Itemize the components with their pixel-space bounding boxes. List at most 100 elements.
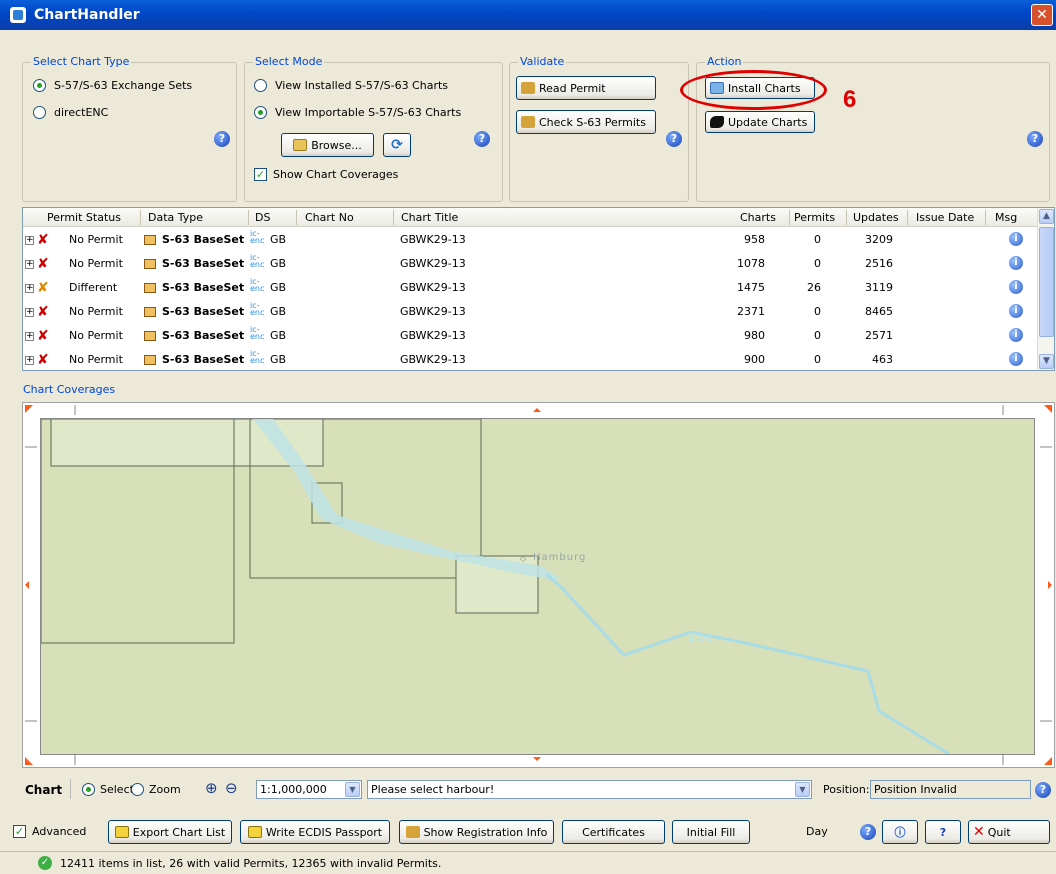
table-scrollbar[interactable]: ▲ ▼ <box>1037 208 1054 370</box>
expand-icon[interactable]: + <box>25 236 34 245</box>
expand-icon[interactable]: + <box>25 260 34 269</box>
update-charts-button[interactable]: Update Charts <box>705 111 815 133</box>
col-updates[interactable]: Updates <box>853 211 899 224</box>
radio-view-installed[interactable]: View Installed S-57/S-63 Charts <box>254 79 448 92</box>
write-ecdis-passport-button[interactable]: Write ECDIS Passport <box>240 820 390 844</box>
col-permits[interactable]: Permits <box>794 211 835 224</box>
quit-button[interactable]: ✕ Quit <box>968 820 1050 844</box>
expand-icon[interactable]: + <box>25 308 34 317</box>
message-info-icon[interactable]: i <box>1009 232 1023 246</box>
certificates-label: Certificates <box>582 825 645 839</box>
baseset-icon <box>144 283 156 293</box>
column-divider[interactable] <box>296 210 297 225</box>
day-label: Day <box>806 825 828 838</box>
chart-type-label: Select Chart Type <box>31 55 132 68</box>
message-info-icon[interactable]: i <box>1009 280 1023 294</box>
col-permit-status[interactable]: Permit Status <box>47 211 121 224</box>
table-row[interactable]: + ✘ No Permit S-63 BaseSet ic-enc GB GBWK29-13… <box>23 228 1038 252</box>
zoom-in-icon[interactable]: ⊕ <box>205 779 218 797</box>
table-row[interactable]: + ✘ No Permit S-63 BaseSet ic-enc GB GBWK29-13… <box>23 348 1038 370</box>
radio-view-importable[interactable]: View Importable S-57/S-63 Charts <box>254 106 461 119</box>
column-divider[interactable] <box>985 210 986 225</box>
col-data-type[interactable]: Data Type <box>148 211 203 224</box>
radio-directenc[interactable]: directENC <box>33 106 108 119</box>
column-divider[interactable] <box>907 210 908 225</box>
coverage-map[interactable]: ◇ Hamburg Elbe <box>40 418 1035 755</box>
scroll-up-icon[interactable]: ▲ <box>1039 209 1054 224</box>
column-divider[interactable] <box>140 210 141 225</box>
table-row[interactable]: + ✘ Different S-63 BaseSet ic-enc GB GBWK29-13… <box>23 276 1038 300</box>
col-charts[interactable]: Charts <box>740 211 776 224</box>
harbour-select[interactable]: Please select harbour! ▼ <box>367 780 812 799</box>
table-row[interactable]: + ✘ No Permit S-63 BaseSet ic-enc GB GBWK29-13… <box>23 252 1038 276</box>
help-icon[interactable]: ? <box>860 824 876 840</box>
radio-select[interactable]: Select <box>82 783 134 796</box>
advanced-checkbox[interactable]: ✓ Advanced <box>13 825 86 838</box>
chevron-down-icon[interactable]: ▼ <box>345 782 360 797</box>
help-icon[interactable]: ? <box>1027 131 1043 147</box>
col-chart-title[interactable]: Chart Title <box>401 211 458 224</box>
chart-title-cell: GBWK29-13 <box>400 353 466 366</box>
certificates-button[interactable]: Certificates <box>562 820 665 844</box>
data-type-text: S-63 BaseSet <box>162 281 245 294</box>
expand-icon[interactable]: + <box>25 284 34 293</box>
check-permits-label: Check S-63 Permits <box>539 115 646 129</box>
charts-table[interactable]: Permit Status Data Type DS Chart No Char… <box>22 207 1055 371</box>
title-bar[interactable]: ChartHandler ✕ <box>0 0 1056 30</box>
radio-directenc-label: directENC <box>54 106 109 119</box>
table-row[interactable]: + ✘ No Permit S-63 BaseSet ic-enc GB GBWK29-13… <box>23 300 1038 324</box>
permits-cell: 0 <box>814 233 821 246</box>
help-button[interactable]: ? <box>925 820 961 844</box>
help-icon[interactable]: ? <box>1035 782 1051 798</box>
updates-cell: 463 <box>872 353 893 366</box>
refresh-button[interactable]: ⟳ <box>383 133 411 157</box>
column-divider[interactable] <box>789 210 790 225</box>
col-issue-date[interactable]: Issue Date <box>916 211 974 224</box>
data-type-text: S-63 BaseSet <box>162 305 245 318</box>
message-info-icon[interactable]: i <box>1009 256 1023 270</box>
help-icon[interactable]: ? <box>214 131 230 147</box>
column-divider[interactable] <box>846 210 847 225</box>
expand-icon[interactable]: + <box>25 332 34 341</box>
column-divider[interactable] <box>393 210 394 225</box>
show-registration-button[interactable]: Show Registration Info <box>399 820 554 844</box>
table-row[interactable]: + ✘ No Permit S-63 BaseSet ic-enc GB GBWK29-13… <box>23 324 1038 348</box>
arrow-bottom-icon <box>533 757 541 761</box>
close-button[interactable]: ✕ <box>1031 4 1053 26</box>
column-divider[interactable] <box>248 210 249 225</box>
col-msg[interactable]: Msg <box>995 211 1017 224</box>
browse-button[interactable]: Browse... <box>281 133 374 157</box>
radio-zoom[interactable]: Zoom <box>131 783 181 796</box>
table-header: Permit Status Data Type DS Chart No Char… <box>23 208 1038 227</box>
permits-cell: 0 <box>814 305 821 318</box>
message-info-icon[interactable]: i <box>1009 352 1023 366</box>
message-info-icon[interactable]: i <box>1009 328 1023 342</box>
checkmark-icon: ✓ <box>254 168 267 181</box>
ic-enc-icon: ic-enc <box>250 301 265 317</box>
info-button[interactable]: ⓘ <box>882 820 918 844</box>
export-chart-list-button[interactable]: Export Chart List <box>108 820 232 844</box>
col-ds[interactable]: DS <box>255 211 270 224</box>
radio-exchange-sets[interactable]: S-57/S-63 Exchange Sets <box>33 79 192 92</box>
help-icon[interactable]: ? <box>474 131 490 147</box>
show-coverages-label: Show Chart Coverages <box>273 168 399 181</box>
message-info-icon[interactable]: i <box>1009 304 1023 318</box>
show-coverages-checkbox[interactable]: ✓ Show Chart Coverages <box>254 168 398 181</box>
chevron-down-icon[interactable]: ▼ <box>795 782 810 797</box>
checkmark-icon: ✓ <box>13 825 26 838</box>
check-permits-button[interactable]: Check S-63 Permits <box>516 110 656 134</box>
app-icon <box>10 7 26 23</box>
window-title: ChartHandler <box>34 7 140 23</box>
read-permit-button[interactable]: Read Permit <box>516 76 656 100</box>
zoom-out-icon[interactable]: ⊖ <box>225 779 238 797</box>
help-icon[interactable]: ? <box>666 131 682 147</box>
col-chart-no[interactable]: Chart No <box>305 211 354 224</box>
coverage-view[interactable]: ◇ Hamburg Elbe <box>22 402 1055 768</box>
scale-select[interactable]: 1:1,000,000 ▼ <box>256 780 362 799</box>
updates-cell: 3119 <box>865 281 893 294</box>
scroll-down-icon[interactable]: ▼ <box>1039 354 1054 369</box>
chart-title-cell: GBWK29-13 <box>400 257 466 270</box>
scroll-thumb[interactable] <box>1039 227 1054 337</box>
initial-fill-button[interactable]: Initial Fill <box>672 820 750 844</box>
expand-icon[interactable]: + <box>25 356 34 365</box>
